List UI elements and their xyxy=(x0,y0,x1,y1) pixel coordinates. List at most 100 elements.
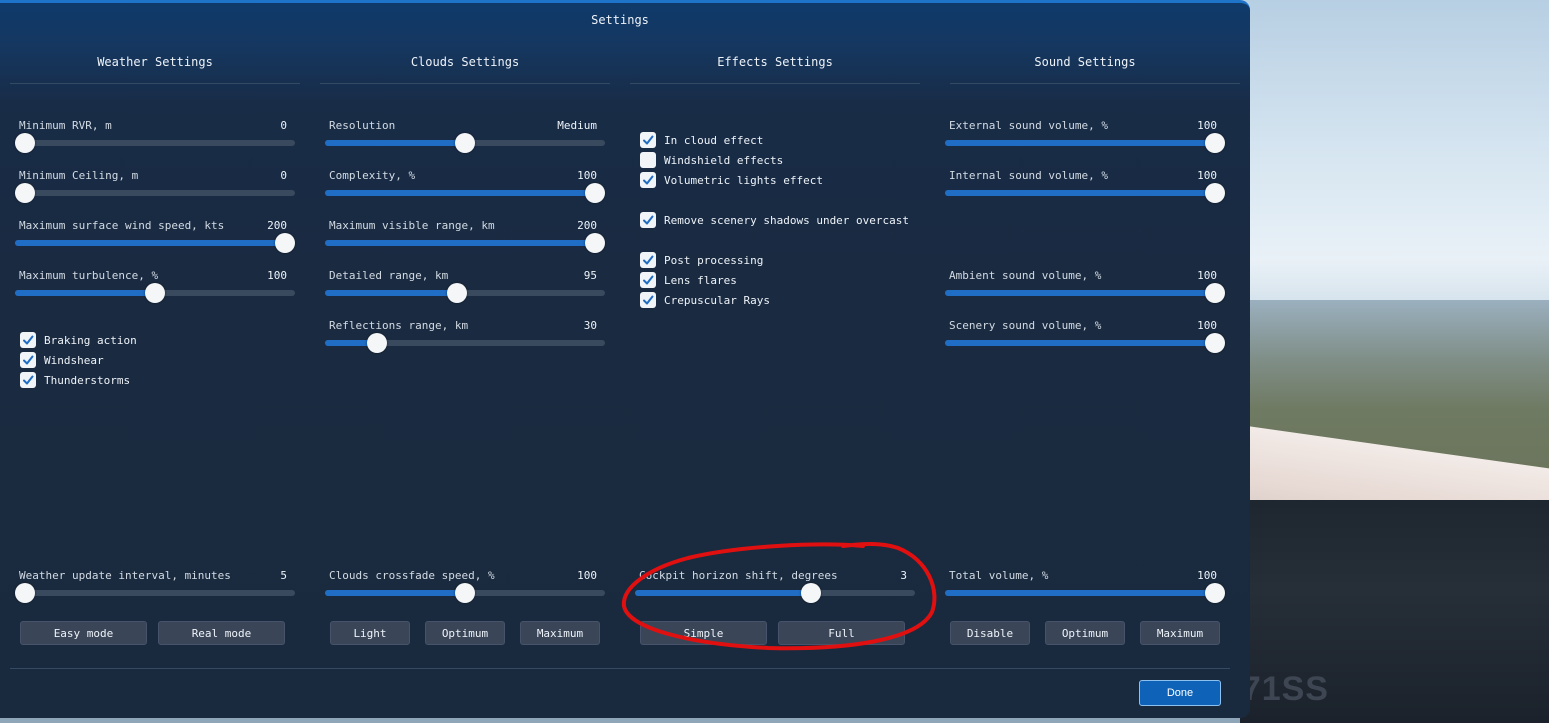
slider-label: Weather update interval, minutes xyxy=(19,569,231,582)
slider-fill xyxy=(945,190,1215,196)
divider xyxy=(320,83,610,84)
checkbox-label: Remove scenery shadows under overcast xyxy=(664,213,910,227)
slider-label: Cockpit horizon shift, degrees xyxy=(639,569,838,582)
checkbox[interactable] xyxy=(640,272,656,288)
checkbox[interactable] xyxy=(640,172,656,188)
slider-label: Minimum RVR, m xyxy=(19,119,112,132)
slider-track[interactable] xyxy=(945,133,1225,153)
effects-checkbox[interactable]: In cloud effect xyxy=(640,131,763,149)
slider-track[interactable] xyxy=(945,283,1225,303)
effects-checkbox[interactable]: Post processing xyxy=(640,251,763,269)
slider-track[interactable] xyxy=(945,183,1225,203)
effects-checkbox[interactable]: Windshield effects xyxy=(640,151,783,169)
checkmark-icon xyxy=(643,215,654,225)
checkbox[interactable] xyxy=(640,152,656,168)
effects-full-button[interactable]: Full xyxy=(778,621,905,645)
slider-thumb[interactable] xyxy=(1205,183,1225,203)
slider-thumb[interactable] xyxy=(15,583,35,603)
slider-track[interactable] xyxy=(945,583,1225,603)
slider-label: Internal sound volume, % xyxy=(949,169,1108,182)
slider-track[interactable] xyxy=(325,233,605,253)
slider-thumb[interactable] xyxy=(275,233,295,253)
slider-thumb[interactable] xyxy=(1205,133,1225,153)
sound-disable-button[interactable]: Disable xyxy=(950,621,1030,645)
real-mode-button[interactable]: Real mode xyxy=(158,621,285,645)
effects-checkbox[interactable]: Volumetric lights effect xyxy=(640,171,823,189)
slider-thumb[interactable] xyxy=(366,333,387,353)
weather-slider: Maximum surface wind speed, kts 200 xyxy=(15,219,295,253)
slider-fill xyxy=(945,340,1215,346)
slider-thumb[interactable] xyxy=(1205,333,1225,353)
slider-value: 200 xyxy=(267,219,287,232)
slider-track[interactable] xyxy=(325,583,605,603)
slider-value: 5 xyxy=(280,569,287,582)
background-scenery: 71SS xyxy=(1240,0,1549,723)
slider-track[interactable] xyxy=(325,133,605,153)
slider-value: 0 xyxy=(280,119,287,132)
weather-checkbox[interactable]: Thunderstorms xyxy=(20,371,130,389)
effects-checkbox[interactable]: Lens flares xyxy=(640,271,737,289)
divider xyxy=(630,83,920,84)
slider-thumb[interactable] xyxy=(15,133,35,153)
slider-track[interactable] xyxy=(15,233,295,253)
slider-label: Clouds crossfade speed, % xyxy=(329,569,495,582)
slider-thumb[interactable] xyxy=(585,183,605,203)
slider-label: Minimum Ceiling, m xyxy=(19,169,139,182)
slider-track[interactable] xyxy=(15,583,295,603)
effects-simple-button[interactable]: Simple xyxy=(640,621,767,645)
bottom-divider xyxy=(10,668,1230,669)
slider-label: Maximum turbulence, % xyxy=(19,269,159,282)
slider-value: 95 xyxy=(583,269,597,282)
checkbox-label: Windshield effects xyxy=(664,153,784,167)
slider-value: 0 xyxy=(280,169,287,182)
slider-thumb[interactable] xyxy=(585,233,605,253)
weather-checkbox[interactable]: Braking action xyxy=(20,331,137,349)
checkbox[interactable] xyxy=(20,372,36,388)
checkmark-icon xyxy=(23,375,34,385)
clouds-optimum-button[interactable]: Optimum xyxy=(425,621,505,645)
clouds-slider: Reflections range, km 30 xyxy=(325,319,605,353)
slider-track[interactable] xyxy=(325,183,605,203)
slider-label: Ambient sound volume, % xyxy=(949,269,1102,282)
clouds-crossfade-slider: Clouds crossfade speed, % 100 xyxy=(325,569,605,603)
clouds-light-button[interactable]: Light xyxy=(330,621,410,645)
slider-thumb[interactable] xyxy=(455,133,475,153)
slider-thumb[interactable] xyxy=(1205,583,1225,603)
sound-slider: Internal sound volume, % 100 xyxy=(945,169,1225,203)
weather-checkbox[interactable]: Windshear xyxy=(20,351,104,369)
slider-track[interactable] xyxy=(15,183,295,203)
slider-track[interactable] xyxy=(635,583,915,603)
checkbox[interactable] xyxy=(640,252,656,268)
checkmark-icon xyxy=(643,295,654,305)
checkmark-icon xyxy=(643,135,654,145)
checkbox[interactable] xyxy=(640,212,656,228)
slider-track[interactable] xyxy=(15,283,295,303)
sound-maximum-button[interactable]: Maximum xyxy=(1140,621,1220,645)
done-button[interactable]: Done xyxy=(1139,680,1221,706)
sound-slider: External sound volume, % 100 xyxy=(945,119,1225,153)
slider-value: 100 xyxy=(267,269,287,282)
checkmark-icon xyxy=(23,355,34,365)
effects-checkbox[interactable]: Crepuscular Rays xyxy=(640,291,770,309)
checkmark-icon xyxy=(23,335,34,345)
effects-checkbox[interactable]: Remove scenery shadows under overcast xyxy=(640,211,909,229)
checkbox[interactable] xyxy=(640,292,656,308)
slider-fill xyxy=(15,290,155,296)
sound-optimum-button[interactable]: Optimum xyxy=(1045,621,1125,645)
slider-track[interactable] xyxy=(945,333,1225,353)
slider-fill xyxy=(15,240,285,246)
checkbox[interactable] xyxy=(20,332,36,348)
slider-fill xyxy=(325,140,465,146)
slider-track[interactable] xyxy=(15,133,295,153)
slider-track[interactable] xyxy=(325,283,605,303)
checkbox[interactable] xyxy=(640,132,656,148)
slider-thumb[interactable] xyxy=(1205,283,1225,303)
slider-thumb[interactable] xyxy=(145,283,165,303)
slider-thumb[interactable] xyxy=(455,583,475,603)
clouds-maximum-button[interactable]: Maximum xyxy=(520,621,600,645)
slider-value: 100 xyxy=(1197,269,1217,282)
slider-track[interactable] xyxy=(325,333,605,353)
checkbox[interactable] xyxy=(20,352,36,368)
slider-thumb[interactable] xyxy=(15,183,35,203)
easy-mode-button[interactable]: Easy mode xyxy=(20,621,147,645)
